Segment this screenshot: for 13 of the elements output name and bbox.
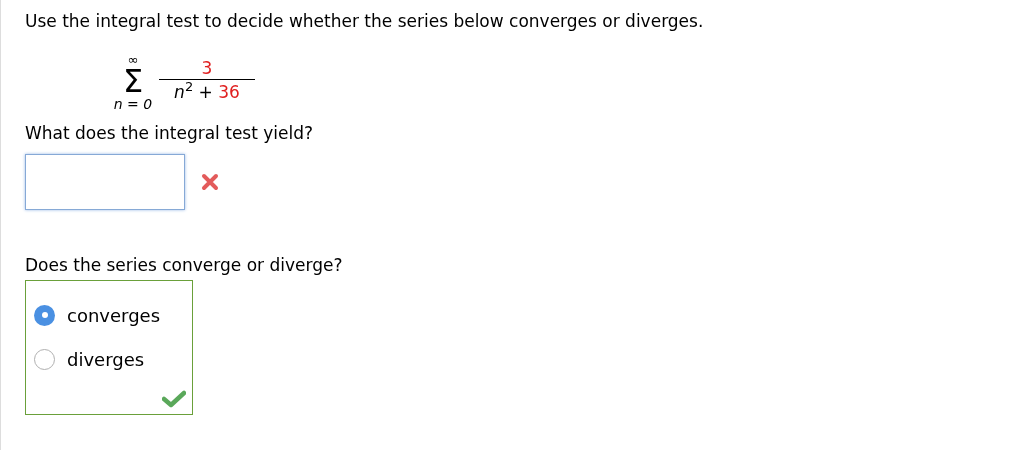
answer-field[interactable] [25, 154, 185, 210]
summation-sign: Σ [122, 66, 144, 96]
option-label[interactable]: diverges [67, 345, 145, 373]
denominator: n$^{2}$ + 36 [174, 79, 240, 104]
question-text: Does the series converge or diverge? [25, 254, 344, 277]
lower-limit: n = 0 [113, 96, 153, 112]
radio-button[interactable] [34, 304, 55, 326]
upper-limit: ∞ [127, 54, 139, 66]
numerator: 3 [201, 56, 213, 79]
option-label[interactable]: converges [67, 301, 160, 329]
question-text: What does the integral test yield? [25, 122, 315, 145]
question-text: Use the integral test to decide whether the series below converges or diverges. [25, 10, 705, 33]
radio-button[interactable] [34, 348, 55, 370]
